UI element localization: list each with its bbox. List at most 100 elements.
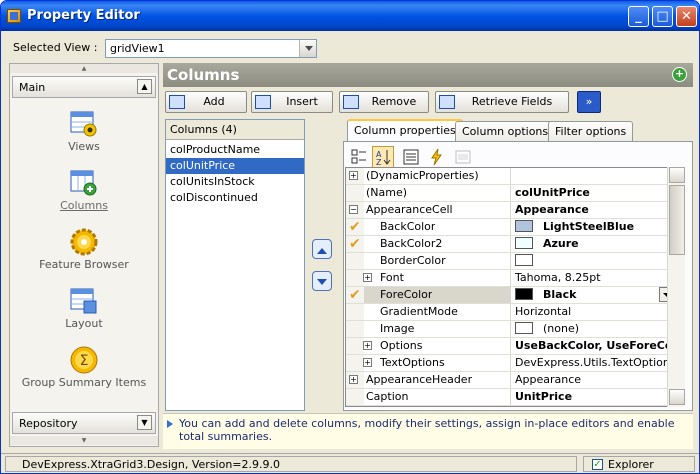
nav-group-main[interactable]: Main ▲: [12, 76, 156, 98]
property-value[interactable]: Horizontal: [510, 304, 674, 320]
property-value[interactable]: Azure: [510, 236, 674, 252]
nav-item-columns[interactable]: Columns: [12, 167, 156, 212]
expand-icon[interactable]: +: [363, 358, 372, 367]
property-row[interactable]: − AppearanceCell Appearance: [346, 202, 674, 219]
property-value[interactable]: LightSteelBlue: [510, 219, 674, 235]
collapse-icon[interactable]: ▲: [137, 79, 152, 94]
insert-button[interactable]: Insert: [251, 91, 333, 113]
property-row-selected[interactable]: ✔ ForeColor Black: [346, 287, 674, 304]
collapse-icon[interactable]: −: [349, 205, 358, 214]
property-value[interactable]: colUnitPrice: [510, 185, 674, 201]
selected-view-label: Selected View :: [13, 41, 98, 54]
property-row[interactable]: (Name) colUnitPrice: [346, 185, 674, 202]
expand-icon[interactable]: ▼: [137, 415, 152, 430]
property-row[interactable]: + (DynamicProperties): [346, 168, 674, 185]
scroll-thumb[interactable]: [669, 185, 685, 255]
close-button[interactable]: ✕: [676, 6, 697, 27]
expand-icon[interactable]: +: [349, 375, 358, 384]
property-name: (DynamicProperties): [366, 169, 479, 182]
property-grid-scrollbar[interactable]: [667, 167, 685, 407]
move-up-button[interactable]: [312, 239, 332, 259]
checkmark-icon: ✔: [349, 219, 361, 235]
nav-group-repository-label: Repository: [19, 417, 78, 430]
add-button[interactable]: Add: [165, 91, 247, 113]
views-icon: [70, 111, 97, 137]
title-bar[interactable]: Property Editor _ □ ✕: [1, 1, 699, 31]
property-row[interactable]: Image (none): [346, 321, 674, 338]
property-name: BorderColor: [380, 254, 446, 267]
show-details-button[interactable]: »: [577, 91, 601, 113]
tab-column-options[interactable]: Column options: [455, 121, 556, 141]
categorized-icon[interactable]: [348, 146, 370, 168]
hint-text: You can add and delete columns, modify t…: [179, 417, 675, 443]
property-pages-icon[interactable]: [452, 146, 474, 168]
tab-column-properties[interactable]: Column properties: [347, 119, 463, 142]
nav-item-layout[interactable]: Layout: [12, 285, 156, 330]
chevron-down-icon[interactable]: [299, 40, 316, 57]
nav-item-label: Columns: [60, 199, 108, 212]
property-row[interactable]: + Font Tahoma, 8.25pt: [346, 270, 674, 287]
nav-scroll-down[interactable]: ▼: [10, 436, 158, 445]
checkmark-icon: ✔: [349, 287, 361, 303]
list-item[interactable]: colDiscontinued: [166, 190, 304, 206]
checkmark-icon: ✔: [349, 236, 361, 252]
scroll-up-arrow[interactable]: [669, 167, 685, 183]
app-icon: [7, 9, 21, 23]
checkbox-checked-icon[interactable]: ✓: [592, 459, 603, 470]
svg-text:Σ: Σ: [80, 353, 89, 369]
expand-icon[interactable]: +: [363, 341, 372, 350]
property-name: Font: [380, 271, 404, 284]
add-column-icon: [169, 95, 185, 109]
nav-item-feature-browser[interactable]: Feature Browser: [12, 226, 156, 271]
minimize-button[interactable]: _: [628, 6, 649, 27]
property-row[interactable]: ✔ BackColor2 Azure: [346, 236, 674, 253]
property-row[interactable]: ✔ BackColor LightSteelBlue: [346, 219, 674, 236]
move-down-button[interactable]: [312, 271, 332, 291]
property-value[interactable]: [510, 253, 674, 269]
color-swatch: [515, 288, 533, 300]
property-row[interactable]: + TextOptions DevExpress.Utils.TextOptio…: [346, 355, 674, 372]
selected-view-combo[interactable]: gridView1: [105, 39, 317, 58]
remove-button[interactable]: Remove: [339, 91, 429, 113]
property-value[interactable]: UseBackColor, UseForeColor: [510, 338, 674, 354]
tab-filter-options[interactable]: Filter options: [548, 121, 634, 141]
alphabetical-sort-icon[interactable]: AZ: [372, 146, 394, 168]
property-grid: + (DynamicProperties) (Name) colUnitPric…: [345, 167, 675, 407]
retrieve-fields-button[interactable]: Retrieve Fields: [435, 91, 569, 113]
events-lightning-icon[interactable]: [426, 146, 448, 168]
property-value[interactable]: Appearance: [510, 202, 674, 218]
property-name: Image: [380, 322, 415, 335]
nav-group-repository[interactable]: Repository ▼: [12, 412, 156, 434]
add-circle-icon[interactable]: +: [672, 67, 687, 82]
nav-item-views[interactable]: Views: [12, 108, 156, 153]
property-row[interactable]: GradientMode Horizontal: [346, 304, 674, 321]
insert-button-label: Insert: [286, 95, 318, 108]
property-name: (Name): [366, 186, 408, 199]
property-value[interactable]: Tahoma, 8.25pt: [510, 270, 674, 286]
expand-icon[interactable]: +: [349, 171, 358, 180]
property-row[interactable]: + Options UseBackColor, UseForeColor: [346, 338, 674, 355]
nav-item-group-summary-items[interactable]: Σ Group Summary Items: [12, 344, 156, 389]
property-value[interactable]: Black: [510, 287, 674, 303]
list-item[interactable]: colProductName: [166, 142, 304, 158]
property-row[interactable]: Caption UnitPrice: [346, 389, 674, 406]
list-item[interactable]: colUnitPrice: [166, 158, 304, 174]
gear-icon: [70, 228, 98, 256]
property-value[interactable]: UnitPrice: [510, 389, 674, 405]
properties-icon[interactable]: [400, 146, 422, 168]
property-value[interactable]: [510, 168, 674, 184]
property-value[interactable]: DevExpress.Utils.TextOptions: [510, 355, 674, 371]
status-version: DevExpress.XtraGrid3.Design, Version=2.9…: [5, 456, 577, 472]
property-row[interactable]: + AppearanceHeader Appearance: [346, 372, 674, 389]
property-value[interactable]: Appearance: [510, 372, 674, 388]
property-row[interactable]: BorderColor: [346, 253, 674, 270]
list-item[interactable]: colUnitsInStock: [166, 174, 304, 190]
property-value[interactable]: (none): [510, 321, 674, 337]
expand-icon[interactable]: +: [363, 273, 372, 282]
maximize-button[interactable]: □: [652, 6, 673, 27]
explorer-style-toggle[interactable]: ✓ Explorer style: [583, 456, 695, 473]
selected-view-value: gridView1: [110, 42, 165, 55]
scroll-down-arrow[interactable]: [669, 389, 685, 405]
property-value-text: LightSteelBlue: [543, 220, 635, 233]
nav-scroll-up[interactable]: ▲: [10, 64, 158, 73]
